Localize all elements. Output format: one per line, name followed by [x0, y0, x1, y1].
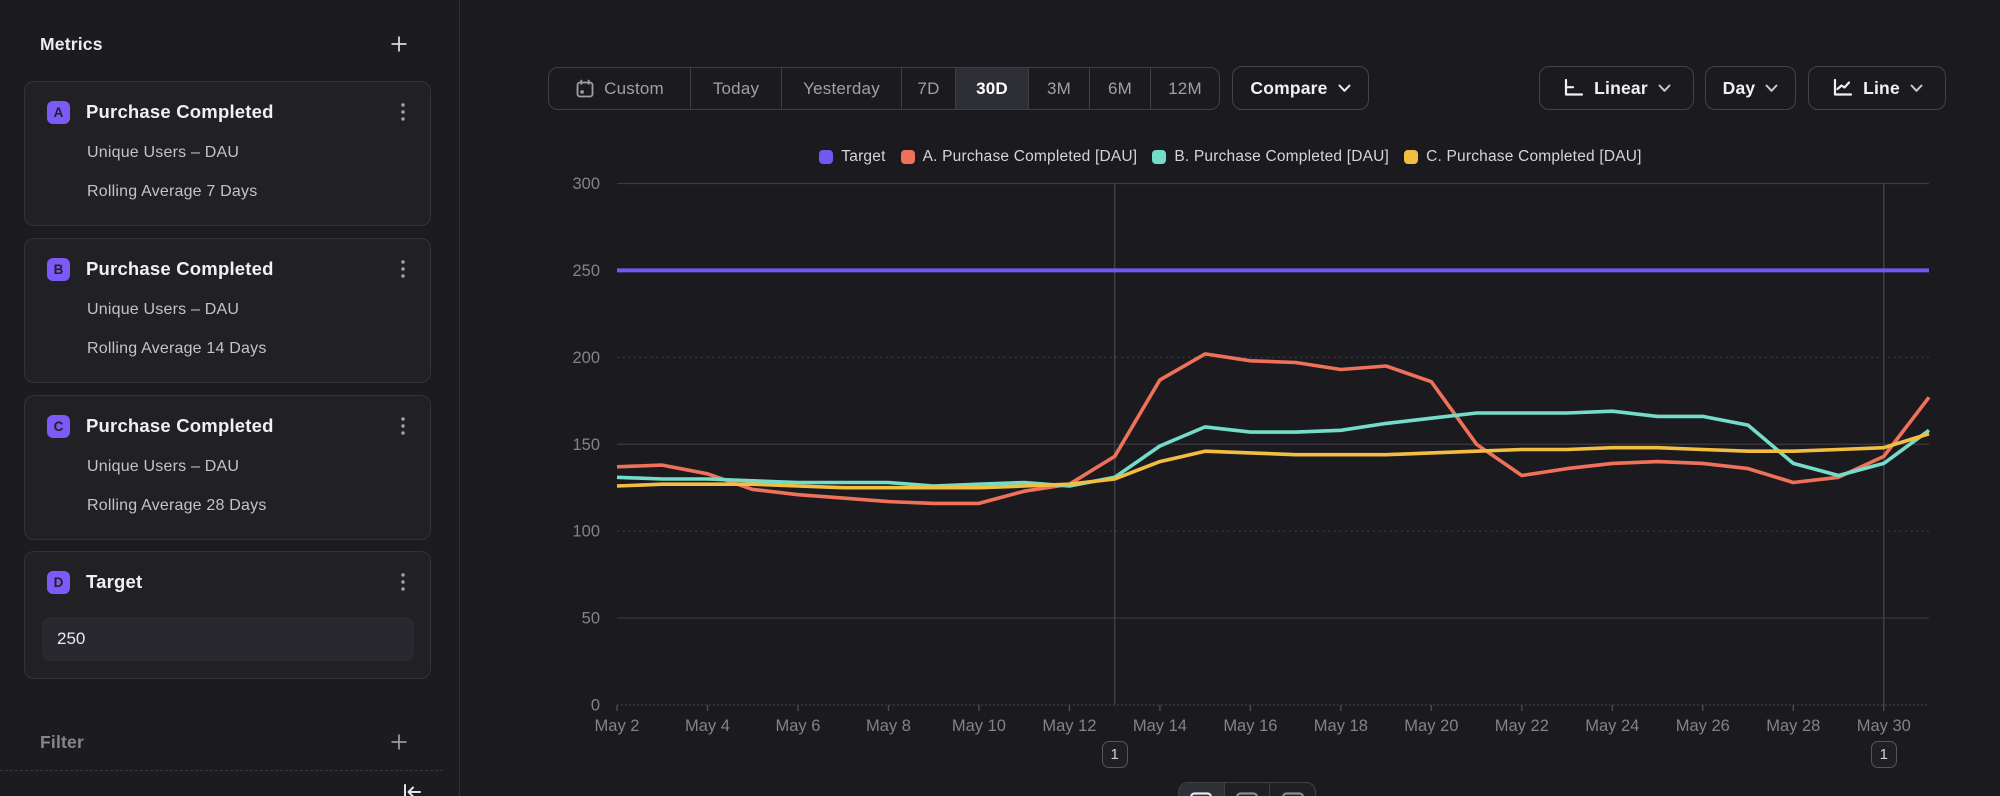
y-axis-label: 50 — [582, 610, 600, 628]
x-axis-label: May 8 — [866, 717, 911, 735]
collapse-sidebar-button[interactable] — [401, 782, 423, 796]
kebab-menu-icon[interactable] — [394, 100, 412, 124]
filter-title: Filter — [40, 732, 84, 753]
y-axis-label: 250 — [572, 262, 600, 280]
y-axis-label: 150 — [572, 436, 600, 454]
metric-badge-a: A — [47, 101, 70, 124]
chart-panel: CustomTodayYesterday7D30D3M6M12M Compare… — [461, 0, 2000, 796]
y-axis-label: 0 — [591, 697, 600, 715]
y-axis-label: 300 — [572, 175, 600, 193]
metrics-sidebar: Metrics A Purchase Completed Unique User… — [0, 0, 460, 796]
metric-card-b[interactable]: B Purchase Completed Unique Users – DAU … — [24, 238, 431, 383]
x-axis-label: May 10 — [952, 717, 1006, 735]
chart-view-icon — [1189, 792, 1213, 796]
target-value-input[interactable] — [42, 617, 414, 661]
add-filter-button[interactable] — [389, 732, 409, 752]
series-line-b — [617, 411, 1929, 486]
metric-card-a-head: A Purchase Completed — [47, 100, 412, 124]
annotation-badge[interactable]: 1 — [1102, 741, 1128, 768]
metric-a-measure[interactable]: Unique Users – DAU — [87, 144, 239, 162]
kebab-menu-icon[interactable] — [394, 257, 412, 281]
x-axis-label: May 20 — [1404, 717, 1458, 735]
notes-view-button[interactable] — [1270, 783, 1315, 796]
metric-title-a: Purchase Completed — [86, 101, 394, 123]
table-view-icon — [1235, 792, 1259, 796]
metric-card-a[interactable]: A Purchase Completed Unique Users – DAU … — [24, 81, 431, 226]
x-axis-label: May 16 — [1223, 717, 1277, 735]
x-axis-label: May 18 — [1314, 717, 1368, 735]
view-toggle-control — [1178, 782, 1316, 796]
series-line-c — [617, 434, 1929, 488]
metric-title-c: Purchase Completed — [86, 415, 394, 437]
metric-title-d: Target — [86, 571, 394, 593]
y-axis-label: 200 — [572, 349, 600, 367]
metric-badge-d: D — [47, 571, 70, 594]
metric-title-b: Purchase Completed — [86, 258, 394, 280]
metric-card-d-head: D Target — [47, 570, 412, 594]
x-axis-label: May 12 — [1042, 717, 1096, 735]
x-axis-label: May 24 — [1585, 717, 1639, 735]
x-axis-label: May 26 — [1676, 717, 1730, 735]
notes-view-icon — [1281, 792, 1305, 796]
x-axis-label: May 6 — [775, 717, 820, 735]
metric-a-rolling-average[interactable]: Rolling Average 7 Days — [87, 183, 257, 201]
metric-card-d-target[interactable]: D Target — [24, 551, 431, 679]
metric-card-b-head: B Purchase Completed — [47, 257, 412, 281]
x-axis-label: May 22 — [1495, 717, 1549, 735]
y-axis-label: 100 — [572, 523, 600, 541]
metric-c-measure[interactable]: Unique Users – DAU — [87, 458, 239, 476]
metric-badge-c: C — [47, 415, 70, 438]
collapse-panel-icon — [401, 782, 423, 796]
metric-card-c[interactable]: C Purchase Completed Unique Users – DAU … — [24, 395, 431, 540]
metric-badge-b: B — [47, 258, 70, 281]
x-axis-label: May 28 — [1766, 717, 1820, 735]
metric-b-rolling-average[interactable]: Rolling Average 14 Days — [87, 340, 267, 358]
metrics-header: Metrics — [40, 30, 409, 58]
x-axis-label: May 14 — [1133, 717, 1187, 735]
x-axis-label: May 2 — [595, 717, 640, 735]
x-axis-label: May 30 — [1857, 717, 1911, 735]
metrics-title: Metrics — [40, 34, 103, 55]
table-view-button[interactable] — [1225, 783, 1271, 796]
plus-icon — [389, 34, 409, 54]
metric-card-c-head: C Purchase Completed — [47, 414, 412, 438]
chart-view-button[interactable] — [1179, 783, 1225, 796]
add-metric-button[interactable] — [389, 34, 409, 54]
kebab-menu-icon[interactable] — [394, 414, 412, 438]
filter-section: Filter — [40, 728, 409, 756]
metric-c-rolling-average[interactable]: Rolling Average 28 Days — [87, 497, 267, 515]
line-chart[interactable]: 0 50 100 150 200 250 300 May 2 May 4 May 6 May 8 Ma… — [461, 0, 2000, 796]
kebab-menu-icon[interactable] — [394, 570, 412, 594]
x-axis-label: May 4 — [685, 717, 730, 735]
sidebar-footer-divider — [0, 770, 443, 771]
metric-b-measure[interactable]: Unique Users – DAU — [87, 301, 239, 319]
annotation-badge[interactable]: 1 — [1871, 741, 1897, 768]
plus-icon — [389, 732, 409, 752]
